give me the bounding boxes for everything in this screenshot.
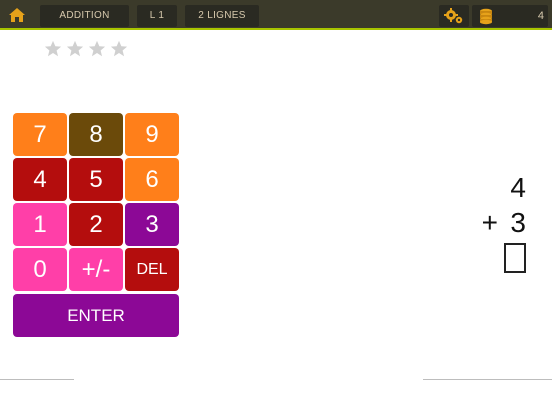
top-bar: ADDITION L 1 2 LIGNES 4 [0, 0, 552, 30]
key-5[interactable]: 5 [69, 158, 123, 201]
lines-button[interactable]: 2 LIGNES [185, 5, 259, 27]
key-7[interactable]: 7 [13, 113, 67, 156]
star-icon [66, 40, 84, 57]
key-plus-minus[interactable]: +/- [69, 248, 123, 291]
star-icon [44, 40, 62, 57]
mode-button[interactable]: ADDITION [40, 5, 129, 27]
key-1[interactable]: 1 [13, 203, 67, 246]
key-0[interactable]: 0 [13, 248, 67, 291]
star-icon [110, 40, 128, 57]
operator-sign: + [481, 207, 498, 238]
key-3[interactable]: 3 [125, 203, 179, 246]
key-8[interactable]: 8 [69, 113, 123, 156]
bottom-divider-left [0, 379, 74, 380]
star-icon [88, 40, 106, 57]
level-button[interactable]: L 1 [137, 5, 177, 27]
key-2[interactable]: 2 [69, 203, 123, 246]
delete-key[interactable]: DEL [125, 248, 179, 291]
settings-button[interactable] [439, 5, 469, 27]
enter-key[interactable]: ENTER [13, 294, 179, 337]
coin-stack-icon [480, 8, 492, 25]
key-6[interactable]: 6 [125, 158, 179, 201]
gears-icon [444, 8, 463, 24]
coin-count: 4 [537, 10, 544, 22]
key-9[interactable]: 9 [125, 113, 179, 156]
bottom-divider-right [423, 379, 552, 380]
coins-counter: 4 [472, 5, 548, 27]
bottom-operand: 3 [510, 207, 526, 238]
star-rating [44, 40, 128, 58]
key-4[interactable]: 4 [13, 158, 67, 201]
answer-input-box[interactable] [504, 243, 526, 273]
home-icon[interactable] [8, 7, 26, 23]
top-operand: 4 [510, 172, 526, 203]
